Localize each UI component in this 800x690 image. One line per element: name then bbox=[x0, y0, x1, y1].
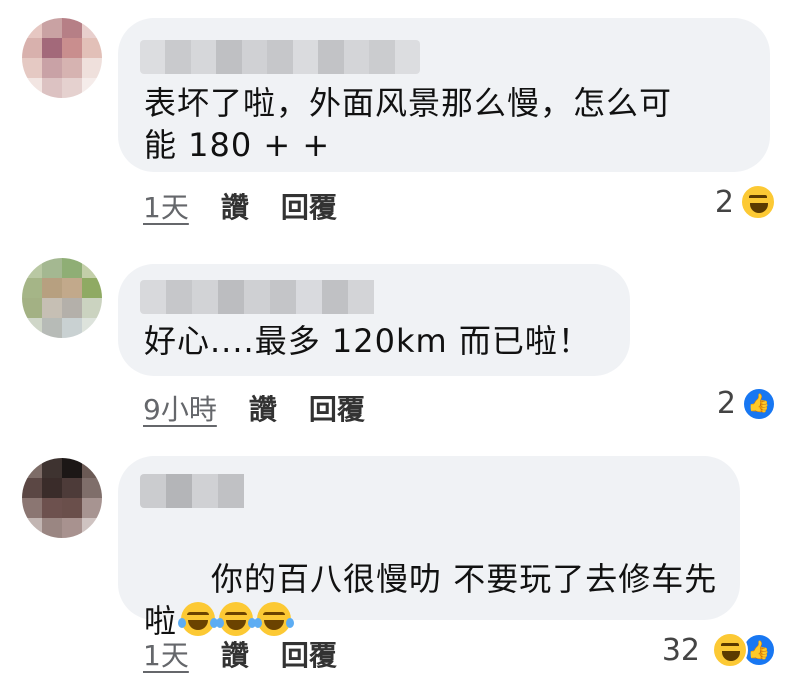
reply-button[interactable]: 回覆 bbox=[281, 186, 337, 226]
timestamp-link[interactable]: 1天 bbox=[143, 186, 189, 226]
comment-text: 表坏了啦，外面风景那么慢，怎么可 能 180 + + bbox=[144, 84, 673, 164]
blurred-author-name[interactable] bbox=[140, 474, 250, 508]
comment-text: 好心....最多 120km 而已啦！ bbox=[144, 322, 591, 360]
like-button[interactable]: 讚 bbox=[249, 388, 277, 428]
blurred-author-name[interactable] bbox=[140, 280, 380, 314]
reaction-count: 2 bbox=[714, 184, 734, 220]
reaction-summary[interactable]: 2 👍 bbox=[717, 386, 776, 421]
comment-actions: 1天 讚 回覆 bbox=[143, 634, 337, 674]
tears-of-joy-icon bbox=[178, 602, 219, 636]
comment-actions: 9小時 讚 回覆 bbox=[143, 388, 365, 428]
reaction-summary[interactable]: 32 👍 bbox=[662, 632, 776, 668]
reaction-count: 32 bbox=[661, 632, 700, 668]
haha-icon bbox=[712, 632, 748, 668]
reaction-summary[interactable]: 2 bbox=[715, 184, 776, 220]
avatar[interactable] bbox=[22, 258, 102, 338]
comment-bubble: 你的百八很慢叻 不要玩了去修车先 啦 bbox=[118, 456, 740, 640]
avatar[interactable] bbox=[22, 18, 102, 98]
like-button[interactable]: 讚 bbox=[221, 634, 249, 674]
timestamp-link[interactable]: 1天 bbox=[143, 634, 189, 674]
reaction-count: 2 bbox=[716, 386, 736, 421]
comment-bubble: 表坏了啦，外面风景那么慢，怎么可 能 180 + + bbox=[118, 18, 770, 172]
reply-button[interactable]: 回覆 bbox=[281, 634, 337, 674]
reply-button[interactable]: 回覆 bbox=[309, 388, 365, 428]
comment-actions: 1天 讚 回覆 bbox=[143, 186, 337, 226]
tears-of-joy-icon bbox=[254, 602, 295, 636]
timestamp-link[interactable]: 9小時 bbox=[143, 388, 217, 428]
comment-bubble: 好心....最多 120km 而已啦！ bbox=[118, 264, 630, 376]
tears-of-joy-icon bbox=[216, 602, 257, 636]
blurred-author-name[interactable] bbox=[140, 40, 420, 74]
avatar[interactable] bbox=[22, 458, 102, 538]
like-icon: 👍 bbox=[742, 386, 776, 421]
like-button[interactable]: 讚 bbox=[221, 186, 249, 226]
inline-emojis bbox=[178, 602, 295, 636]
haha-icon bbox=[740, 184, 776, 220]
